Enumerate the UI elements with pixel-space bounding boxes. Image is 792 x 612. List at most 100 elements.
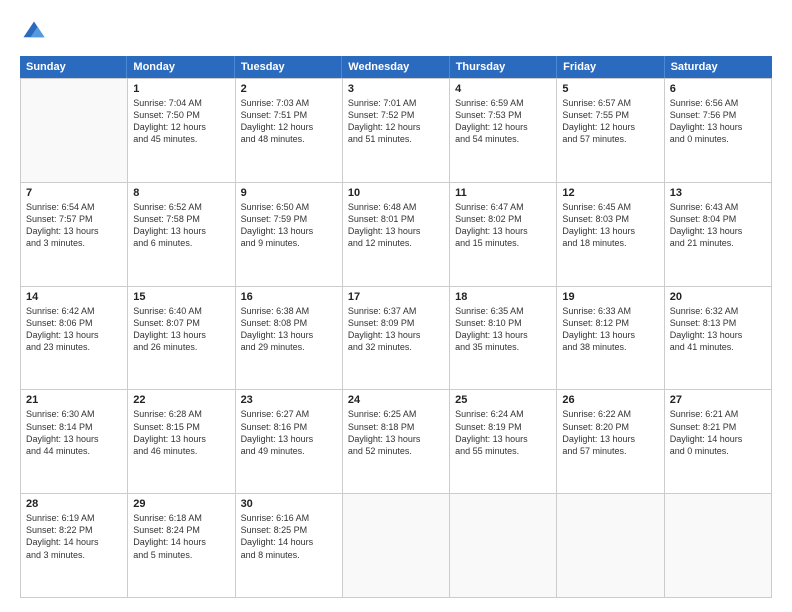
day-info-line: Sunset: 8:16 PM <box>241 421 337 433</box>
day-info-line: Daylight: 13 hours <box>670 225 766 237</box>
day-info-line: Daylight: 13 hours <box>455 225 551 237</box>
day-cell-26: 26Sunrise: 6:22 AMSunset: 8:20 PMDayligh… <box>557 390 664 494</box>
day-info-line: Daylight: 13 hours <box>348 329 444 341</box>
day-cell-25: 25Sunrise: 6:24 AMSunset: 8:19 PMDayligh… <box>450 390 557 494</box>
day-info-line: and 38 minutes. <box>562 341 658 353</box>
day-info-line: and 51 minutes. <box>348 133 444 145</box>
day-info-line: Sunrise: 6:37 AM <box>348 305 444 317</box>
day-info-line: Daylight: 13 hours <box>241 225 337 237</box>
day-cell-10: 10Sunrise: 6:48 AMSunset: 8:01 PMDayligh… <box>343 183 450 287</box>
day-info-line: Sunset: 8:12 PM <box>562 317 658 329</box>
day-number: 5 <box>562 83 658 95</box>
day-info-line: and 8 minutes. <box>241 549 337 561</box>
day-info-line: Sunset: 7:59 PM <box>241 213 337 225</box>
day-info-line: and 9 minutes. <box>241 237 337 249</box>
day-info-line: Sunrise: 6:45 AM <box>562 201 658 213</box>
day-info-line: Sunset: 8:24 PM <box>133 524 229 536</box>
day-number: 15 <box>133 291 229 303</box>
day-info-line: and 3 minutes. <box>26 549 122 561</box>
day-number: 13 <box>670 187 766 199</box>
day-cell-21: 21Sunrise: 6:30 AMSunset: 8:14 PMDayligh… <box>21 390 128 494</box>
day-cell-1: 1Sunrise: 7:04 AMSunset: 7:50 PMDaylight… <box>128 79 235 183</box>
day-info-line: Sunset: 8:20 PM <box>562 421 658 433</box>
day-info-line: Sunrise: 6:57 AM <box>562 97 658 109</box>
day-info-line: Sunset: 8:22 PM <box>26 524 122 536</box>
day-info-line: and 45 minutes. <box>133 133 229 145</box>
header-day-saturday: Saturday <box>665 56 772 78</box>
day-number: 18 <box>455 291 551 303</box>
day-number: 11 <box>455 187 551 199</box>
header-day-tuesday: Tuesday <box>235 56 342 78</box>
day-number: 24 <box>348 394 444 406</box>
day-info-line: Sunset: 8:01 PM <box>348 213 444 225</box>
day-info-line: Sunrise: 7:01 AM <box>348 97 444 109</box>
day-info-line: Sunset: 7:50 PM <box>133 109 229 121</box>
day-info-line: Sunset: 8:13 PM <box>670 317 766 329</box>
day-cell-22: 22Sunrise: 6:28 AMSunset: 8:15 PMDayligh… <box>128 390 235 494</box>
day-info-line: and 23 minutes. <box>26 341 122 353</box>
day-cell-7: 7Sunrise: 6:54 AMSunset: 7:57 PMDaylight… <box>21 183 128 287</box>
header-day-monday: Monday <box>127 56 234 78</box>
day-number: 14 <box>26 291 122 303</box>
day-info-line: Daylight: 13 hours <box>26 225 122 237</box>
day-info-line: and 41 minutes. <box>670 341 766 353</box>
day-number: 17 <box>348 291 444 303</box>
day-info-line: Daylight: 13 hours <box>455 329 551 341</box>
day-info-line: and 26 minutes. <box>133 341 229 353</box>
day-info-line: Sunset: 7:52 PM <box>348 109 444 121</box>
day-info-line: Sunset: 7:53 PM <box>455 109 551 121</box>
header-day-wednesday: Wednesday <box>342 56 449 78</box>
day-info-line: and 49 minutes. <box>241 445 337 457</box>
day-number: 7 <box>26 187 122 199</box>
day-info-line: Daylight: 13 hours <box>26 433 122 445</box>
header-day-sunday: Sunday <box>20 56 127 78</box>
logo <box>20 18 52 46</box>
day-info-line: Daylight: 13 hours <box>133 329 229 341</box>
day-cell-23: 23Sunrise: 6:27 AMSunset: 8:16 PMDayligh… <box>236 390 343 494</box>
day-info-line: Daylight: 13 hours <box>562 225 658 237</box>
day-info-line: Daylight: 13 hours <box>241 329 337 341</box>
day-number: 3 <box>348 83 444 95</box>
day-info-line: and 29 minutes. <box>241 341 337 353</box>
day-info-line: Sunset: 8:10 PM <box>455 317 551 329</box>
day-info-line: Sunset: 7:57 PM <box>26 213 122 225</box>
day-info-line: and 46 minutes. <box>133 445 229 457</box>
day-cell-13: 13Sunrise: 6:43 AMSunset: 8:04 PMDayligh… <box>665 183 772 287</box>
day-number: 27 <box>670 394 766 406</box>
day-info-line: and 18 minutes. <box>562 237 658 249</box>
day-info-line: and 12 minutes. <box>348 237 444 249</box>
day-cell-15: 15Sunrise: 6:40 AMSunset: 8:07 PMDayligh… <box>128 287 235 391</box>
day-cell-20: 20Sunrise: 6:32 AMSunset: 8:13 PMDayligh… <box>665 287 772 391</box>
day-info-line: and 6 minutes. <box>133 237 229 249</box>
day-info-line: and 44 minutes. <box>26 445 122 457</box>
day-info-line: and 0 minutes. <box>670 445 766 457</box>
day-cell-2: 2Sunrise: 7:03 AMSunset: 7:51 PMDaylight… <box>236 79 343 183</box>
day-info-line: Sunrise: 6:33 AM <box>562 305 658 317</box>
day-number: 12 <box>562 187 658 199</box>
day-cell-18: 18 Sunrise: 6:35 AMSunset: 8:10 PMDayligh… <box>450 287 557 391</box>
day-info-line: Sunset: 8:08 PM <box>241 317 337 329</box>
day-info-line: Sunrise: 6:27 AM <box>241 408 337 420</box>
day-cell-4: 4Sunrise: 6:59 AMSunset: 7:53 PMDaylight… <box>450 79 557 183</box>
day-number: 21 <box>26 394 122 406</box>
day-info-line: Sunset: 8:14 PM <box>26 421 122 433</box>
day-info-line: and 57 minutes. <box>562 445 658 457</box>
day-number: 23 <box>241 394 337 406</box>
day-info-line: Daylight: 14 hours <box>670 433 766 445</box>
day-info-line: Sunrise: 6:35 AM <box>455 305 551 317</box>
day-info-line: Sunset: 8:09 PM <box>348 317 444 329</box>
day-info-line: Sunrise: 6:24 AM <box>455 408 551 420</box>
calendar-body: 1Sunrise: 7:04 AMSunset: 7:50 PMDaylight… <box>20 78 772 598</box>
day-cell-17: 17 Sunrise: 6:37 AMSunset: 8:09 PMDayligh… <box>343 287 450 391</box>
day-info-line: Sunrise: 6:21 AM <box>670 408 766 420</box>
day-number: 6 <box>670 83 766 95</box>
day-cell-9: 9Sunrise: 6:50 AMSunset: 7:59 PMDaylight… <box>236 183 343 287</box>
day-info-line: Sunset: 8:06 PM <box>26 317 122 329</box>
day-cell-19: 19Sunrise: 6:33 AMSunset: 8:12 PMDayligh… <box>557 287 664 391</box>
day-info-line: and 48 minutes. <box>241 133 337 145</box>
day-number: 26 <box>562 394 658 406</box>
day-info-line: Daylight: 13 hours <box>670 121 766 133</box>
empty-cell-4-5 <box>557 494 664 598</box>
day-info-line: Sunrise: 6:50 AM <box>241 201 337 213</box>
day-cell-11: 11Sunrise: 6:47 AMSunset: 8:02 PMDayligh… <box>450 183 557 287</box>
